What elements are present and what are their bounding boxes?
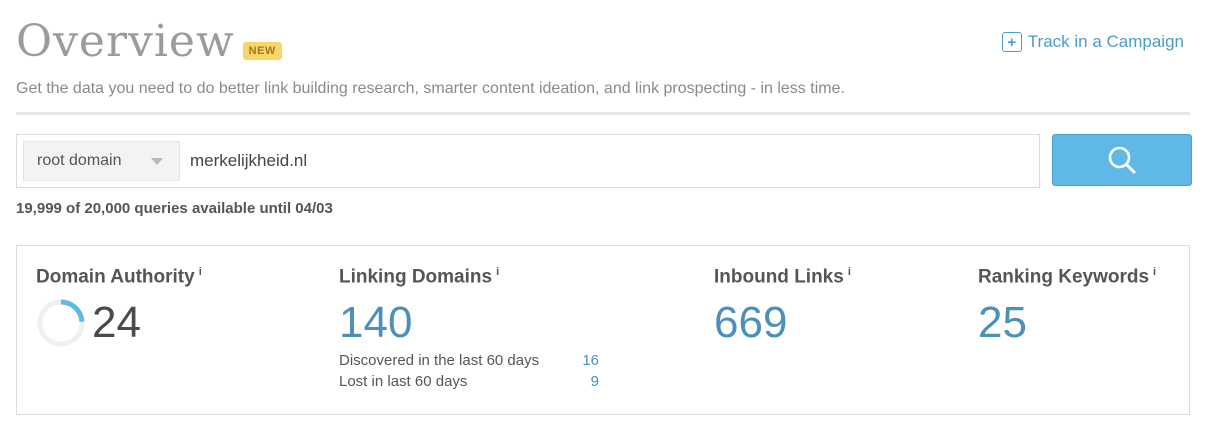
- domain-authority-value-row: 24: [36, 298, 202, 348]
- linking-domains-label: Linking Domains: [339, 266, 493, 288]
- discovered-row: Discovered in the last 60 days 16: [339, 352, 599, 369]
- lost-value[interactable]: 9: [591, 373, 599, 390]
- scope-selected-value: root domain: [37, 152, 122, 169]
- lost-label: Lost in last 60 days: [339, 373, 468, 391]
- search-box: root domain: [16, 134, 1040, 188]
- search-button[interactable]: [1052, 134, 1192, 186]
- lost-row: Lost in last 60 days 9: [339, 373, 599, 390]
- new-badge: NEW: [242, 42, 282, 60]
- scope-dropdown[interactable]: root domain: [23, 141, 180, 181]
- metrics-panel: Domain Authority i 24 Linking Domains i 14…: [16, 245, 1190, 415]
- search-bar: root domain: [16, 134, 1192, 188]
- metric-inbound-links: Inbound Links i 669: [714, 266, 851, 348]
- inbound-links-label: Inbound Links: [714, 266, 844, 288]
- chevron-down-icon: [151, 157, 163, 165]
- domain-authority-gauge-arc: [60, 299, 85, 323]
- metric-label: Domain Authority i: [36, 266, 202, 288]
- page-subtitle: Get the data you need to do better link …: [16, 80, 845, 97]
- discovered-value[interactable]: 16: [582, 352, 599, 369]
- metric-linking-domains: Linking Domains i 140 Discovered in the l…: [339, 266, 599, 390]
- search-input[interactable]: [190, 151, 1010, 171]
- page-header: Overview NEW + Track in a Campaign Get t…: [16, 18, 1190, 114]
- domain-authority-value: 24: [92, 298, 141, 348]
- ranking-keywords-label: Ranking Keywords: [978, 266, 1150, 288]
- plus-icon: +: [1001, 32, 1022, 52]
- info-icon[interactable]: i: [199, 266, 202, 278]
- query-quota: 19,999 of 20,000 queries available until…: [16, 200, 333, 217]
- track-in-campaign-link[interactable]: + Track in a Campaign: [1001, 32, 1184, 52]
- search-icon: [1108, 146, 1136, 174]
- domain-authority-gauge: [37, 299, 85, 347]
- info-icon[interactable]: i: [848, 266, 851, 278]
- metric-ranking-keywords: Ranking Keywords i 25: [978, 266, 1156, 348]
- metric-domain-authority: Domain Authority i 24: [36, 266, 202, 348]
- metric-label: Ranking Keywords i: [978, 266, 1156, 288]
- info-icon[interactable]: i: [1153, 266, 1156, 278]
- track-link-label: Track in a Campaign: [1027, 32, 1184, 51]
- info-icon[interactable]: i: [496, 266, 499, 278]
- metric-label: Linking Domains i: [339, 266, 599, 288]
- inbound-links-value[interactable]: 669: [714, 298, 851, 348]
- metric-label: Inbound Links i: [714, 266, 851, 288]
- ranking-keywords-value[interactable]: 25: [978, 298, 1156, 348]
- page-title: Overview: [16, 16, 235, 67]
- linking-domains-value[interactable]: 140: [339, 298, 599, 348]
- domain-authority-label: Domain Authority: [36, 266, 195, 288]
- header-divider: [16, 112, 1190, 115]
- discovered-label: Discovered in the last 60 days: [339, 352, 540, 370]
